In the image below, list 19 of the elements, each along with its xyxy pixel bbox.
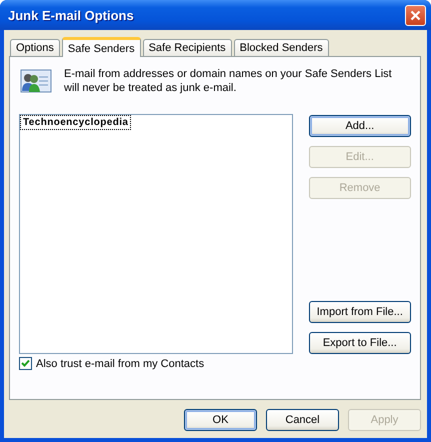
- checkbox[interactable]: [19, 357, 32, 370]
- list-item[interactable]: Technoencyclopedia: [21, 116, 130, 129]
- close-icon: [410, 10, 421, 20]
- contacts-card-icon: [20, 67, 52, 95]
- close-button[interactable]: [405, 4, 426, 26]
- safe-senders-list[interactable]: Technoencyclopedia: [19, 114, 293, 354]
- button[interactable]: Import from File...: [308, 301, 411, 323]
- checkbox-label[interactable]: Also trust e-mail from my Contacts: [36, 358, 204, 370]
- button[interactable]: Cancel: [266, 409, 339, 431]
- description-text: E-mail from addresses or domain names on your Safe Senders List will never be treated as junk e-mail.: [64, 67, 393, 95]
- checkmark-icon: [21, 359, 30, 368]
- button[interactable]: Export to File...: [308, 332, 411, 354]
- window-title: Junk E-mail Options: [8, 8, 135, 22]
- tab[interactable]: Options: [10, 39, 60, 56]
- tab[interactable]: Blocked Senders: [234, 39, 329, 56]
- button[interactable]: Add...: [308, 115, 411, 137]
- button[interactable]: OK: [184, 409, 257, 431]
- tab[interactable]: Safe Recipients: [142, 39, 232, 56]
- tab[interactable]: Safe Senders: [62, 37, 141, 57]
